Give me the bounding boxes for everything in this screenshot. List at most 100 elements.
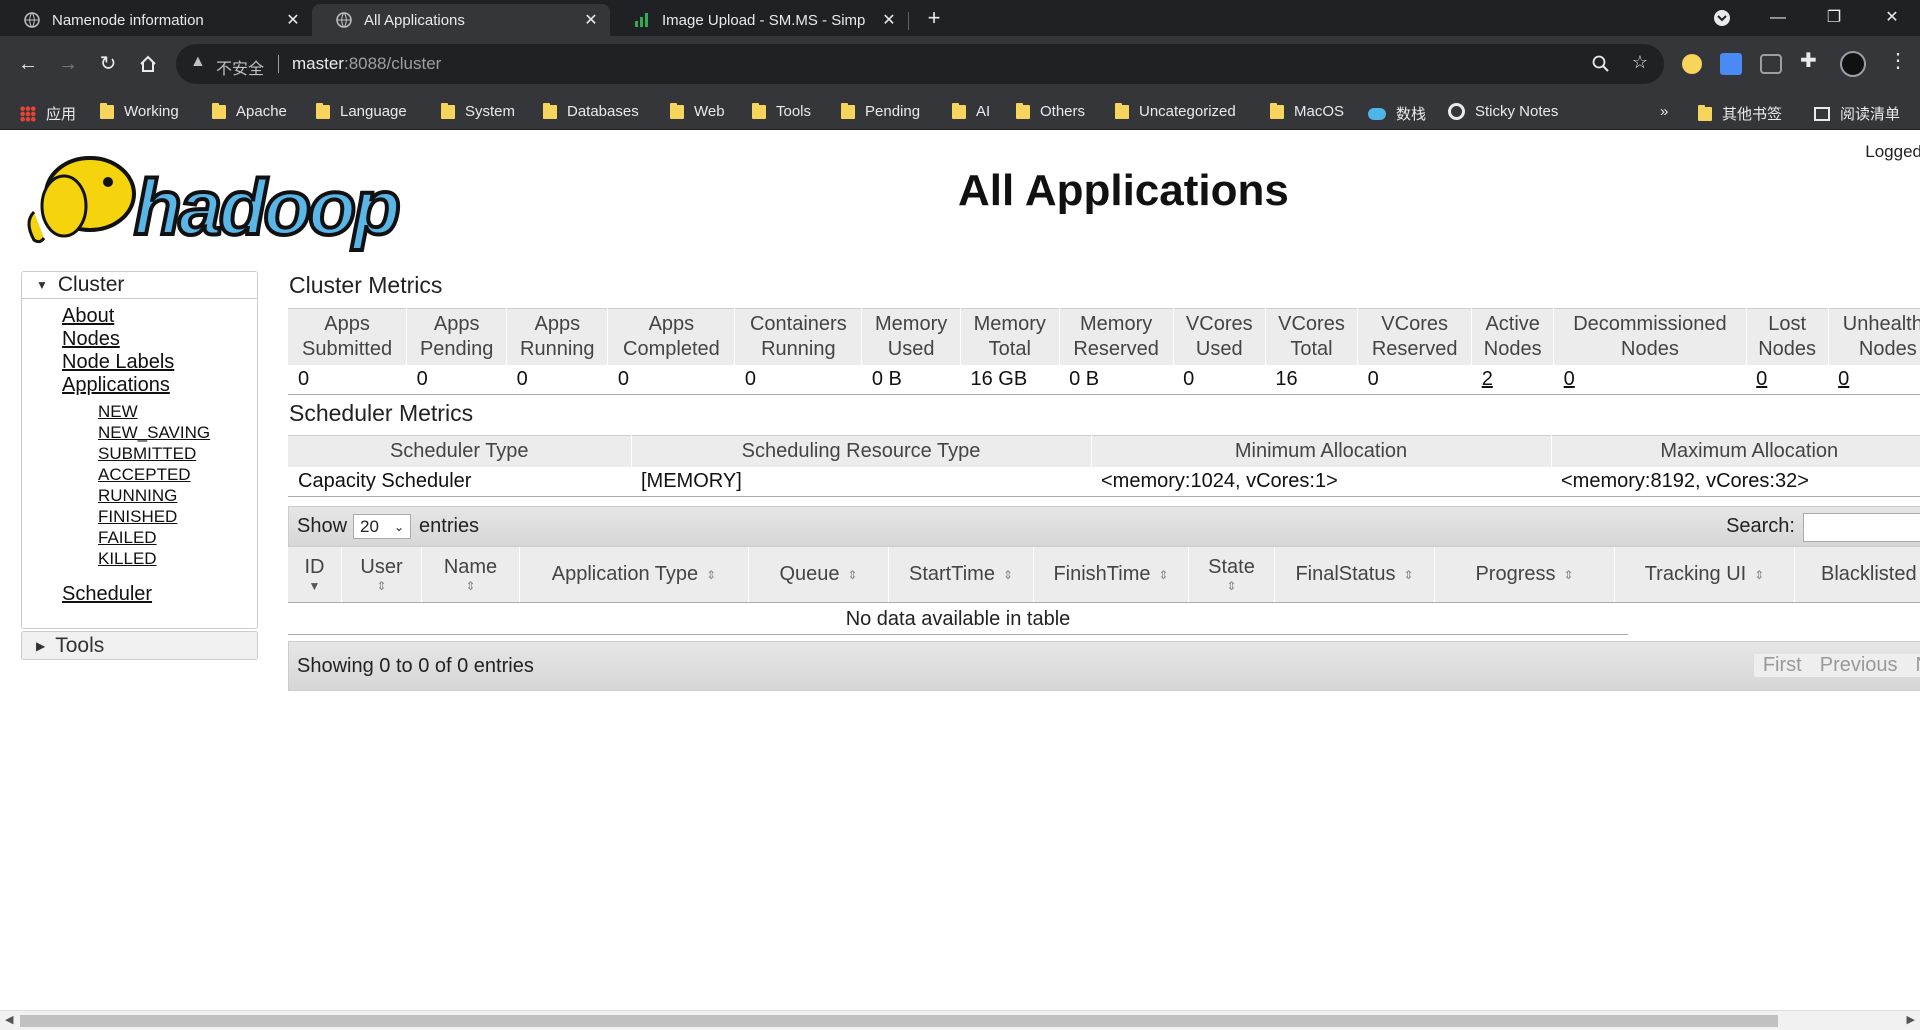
unhealthy-nodes-link[interactable]: 0 [1838,368,1849,390]
column-header-progress[interactable]: Progress ⇕ [1435,547,1615,602]
tools-nav-header[interactable]: ▶ Tools [21,631,258,660]
column-header-starttime[interactable]: StartTime ⇕ [889,547,1034,602]
column-header-state[interactable]: State ⇕ [1189,547,1275,602]
column-header: Memory Total [960,308,1060,365]
minimum-allocation-value: <memory:1024, vCores:1> [1091,467,1551,497]
tab-title: Namenode information [52,11,204,29]
profile-avatar-icon[interactable] [1840,51,1866,77]
forward-icon[interactable]: → [52,48,84,80]
first-page-button[interactable]: First [1753,654,1811,677]
scroll-right-icon[interactable]: ▶ [1907,1013,1915,1026]
decommissioned-nodes-link[interactable]: 0 [1564,368,1575,390]
nav-state-accepted-link[interactable]: ACCEPTED [98,464,257,485]
bookmark-star-icon[interactable]: ☆ [1632,52,1648,73]
memory-reserved-value: 0 B [1059,365,1174,395]
entries-per-page-select[interactable]: 20 ⌄ [353,514,412,539]
nav-about-link[interactable]: About [62,305,257,328]
bookmark-other-bookmarks[interactable]: 其他书签 [1698,103,1782,124]
tab-image-upload[interactable]: Image Upload - SM.MS - Simp ✕ [610,4,908,36]
sort-icon: ⇕ [706,567,717,582]
cluster-nav-header[interactable]: ▼ Cluster [22,272,257,299]
bookmark-language[interactable]: Language [316,102,407,120]
column-header-finishtime[interactable]: FinishTime ⇕ [1034,547,1189,602]
table-controls: Show 20 ⌄ entries Search: [288,506,1920,547]
back-icon[interactable]: ← [12,48,44,80]
bookmark-macos[interactable]: MacOS [1270,102,1344,120]
reload-icon[interactable]: ↻ [92,48,124,80]
bookmark-apache[interactable]: Apache [212,102,287,120]
zoom-icon[interactable] [1592,52,1610,78]
nav-state-new-saving-link[interactable]: NEW_SAVING [98,422,257,443]
menu-kebab-icon[interactable]: ⋮ [1888,48,1908,73]
column-header-name[interactable]: Name ⇕ [422,547,520,602]
bookmark-label: Apache [236,103,287,120]
nav-nodes-link[interactable]: Nodes [62,328,257,351]
bookmark-tools[interactable]: Tools [752,102,812,120]
column-header-user[interactable]: User ⇕ [342,547,422,602]
address-bar[interactable]: ▲ 不安全 master:8088/cluster ☆ [176,44,1664,84]
column-header-blacklisted[interactable]: Blacklisted [1795,547,1920,602]
column-header-tracking-ui[interactable]: Tracking UI ⇕ [1615,547,1795,602]
close-tab-icon[interactable]: ✕ [582,10,600,30]
close-tab-icon[interactable]: ✕ [284,10,302,30]
bookmark-label: 数栈 [1396,106,1427,123]
extension-reader-icon[interactable] [1760,54,1782,74]
bookmark-web[interactable]: Web [670,102,725,120]
nav-state-submitted-link[interactable]: SUBMITTED [98,443,257,464]
minimize-icon[interactable]: — [1750,0,1806,36]
bookmark-working[interactable]: Working [100,102,179,120]
bookmark-uncategorized[interactable]: Uncategorized [1115,102,1236,120]
bookmark-sticky-notes[interactable]: Sticky Notes [1448,103,1558,120]
bookmark-ai[interactable]: AI [952,102,990,120]
folder-icon [543,102,557,119]
active-nodes-link[interactable]: 2 [1482,368,1493,390]
scheduling-resource-type-value: [MEMORY] [631,467,1091,497]
tab-namenode-information[interactable]: Namenode information ✕ [0,4,312,36]
nav-scheduler-link[interactable]: Scheduler [62,583,257,606]
column-header-queue[interactable]: Queue ⇕ [749,547,889,602]
nav-node-labels-link[interactable]: Node Labels [62,351,257,374]
previous-page-button[interactable]: Previous [1810,654,1907,677]
search-input[interactable] [1803,513,1920,542]
bookmark-others[interactable]: Others [1016,102,1085,120]
nav-state-failed-link[interactable]: FAILED [98,527,257,548]
nav-state-new-link[interactable]: NEW [98,401,257,422]
folder-icon [841,102,855,119]
applications-table-wrapper: Show 20 ⌄ entries Search: ID ▼ User ⇕ Name… [288,506,1920,691]
reading-list[interactable]: 阅读清单 [1814,103,1900,124]
horizontal-scrollbar[interactable]: ◀ ▶ [0,1010,1920,1030]
new-tab-button[interactable]: + [920,4,948,32]
column-header-application-type[interactable]: Application Type ⇕ [520,547,749,602]
scroll-left-icon[interactable]: ◀ [5,1013,13,1026]
sort-icon: ⇕ [1754,567,1765,582]
column-header: Minimum Allocation [1091,435,1552,467]
nav-state-finished-link[interactable]: FINISHED [98,506,257,527]
sort-icon: ⇕ [1226,579,1237,593]
extensions-puzzle-icon[interactable]: ✚ [1800,48,1817,73]
translate-icon[interactable] [1720,53,1742,75]
nav-state-running-link[interactable]: RUNNING [98,485,257,506]
home-icon[interactable] [132,48,164,80]
nav-state-killed-link[interactable]: KILLED [98,548,257,569]
next-page-button[interactable]: N [1906,654,1920,677]
bookmark-shuzhan[interactable]: 数栈 [1368,103,1426,124]
entries-value: 20 [360,516,379,536]
tab-all-applications[interactable]: All Applications ✕ [312,4,610,36]
column-header-id[interactable]: ID ▼ [288,547,342,602]
bookmarks-overflow-icon[interactable]: » [1660,103,1668,120]
bookmark-apps[interactable]: 应用 [20,103,76,124]
bookmark-label: Tools [776,103,812,120]
close-tab-icon[interactable]: ✕ [880,10,898,30]
tab-search-icon[interactable] [1694,0,1750,36]
column-header: Lost Nodes [1746,308,1829,365]
scrollbar-thumb[interactable] [20,1015,1778,1027]
extension-yellow-icon[interactable] [1682,54,1702,74]
column-header-finalstatus[interactable]: FinalStatus ⇕ [1275,547,1435,602]
lost-nodes-link[interactable]: 0 [1756,368,1767,390]
bookmark-databases[interactable]: Databases [543,102,639,120]
nav-applications-link[interactable]: Applications [62,374,257,397]
restore-icon[interactable]: ❐ [1806,0,1862,36]
bookmark-pending[interactable]: Pending [841,102,920,120]
bookmark-system[interactable]: System [441,102,515,120]
close-window-icon[interactable]: ✕ [1864,0,1920,36]
